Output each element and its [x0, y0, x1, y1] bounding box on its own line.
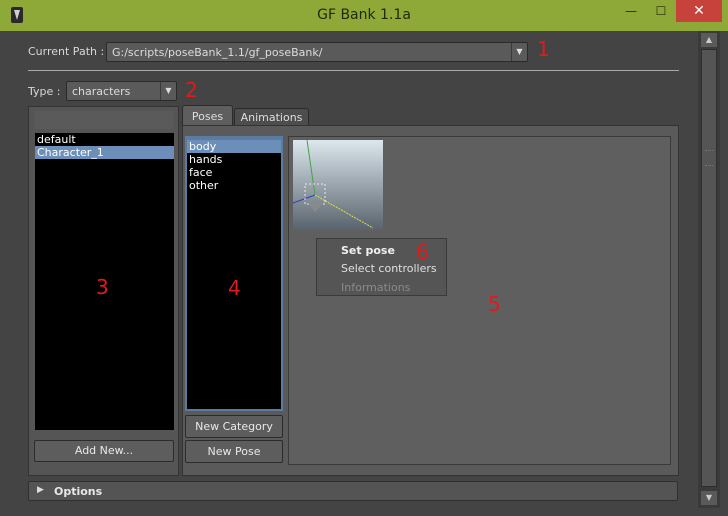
- chevron-right-icon[interactable]: ▶: [37, 485, 44, 495]
- maximize-button[interactable]: ☐: [646, 0, 676, 22]
- add-new-button[interactable]: Add New...: [34, 440, 174, 462]
- title-bar: GF Bank 1.1a — ☐ ✕: [0, 0, 728, 31]
- list-item[interactable]: other: [187, 179, 281, 192]
- grip-icon: [705, 150, 713, 166]
- menu-item-set-pose[interactable]: Set pose: [341, 244, 395, 257]
- menu-item-informations: Informations: [341, 281, 411, 294]
- list-item[interactable]: face: [187, 166, 281, 179]
- list-item-selected[interactable]: body: [187, 140, 281, 153]
- path-label: Current Path :: [28, 45, 105, 58]
- annotation-4: 4: [228, 276, 241, 300]
- close-button[interactable]: ✕: [676, 0, 722, 22]
- scroll-up-icon[interactable]: ▲: [701, 33, 717, 47]
- list-item[interactable]: default: [35, 133, 174, 146]
- annotation-5: 5: [488, 292, 501, 316]
- annotation-3: 3: [96, 275, 109, 299]
- divider: [28, 70, 679, 71]
- list-item-selected[interactable]: Character_1: [35, 146, 174, 159]
- scroll-down-icon[interactable]: ▼: [701, 491, 717, 505]
- list-item[interactable]: hands: [187, 153, 281, 166]
- path-value: G:/scripts/poseBank_1.1/gf_poseBank/: [112, 46, 323, 59]
- app-window: GF Bank 1.1a — ☐ ✕ Current Path : G:/scr…: [0, 0, 728, 516]
- options-label: Options: [54, 485, 103, 498]
- annotation-1: 1: [537, 37, 550, 61]
- path-combo[interactable]: G:/scripts/poseBank_1.1/gf_poseBank/ ▼: [106, 42, 528, 62]
- type-combo[interactable]: characters ▼: [66, 81, 177, 101]
- new-category-button[interactable]: New Category: [185, 415, 283, 438]
- minimize-button[interactable]: —: [616, 0, 646, 22]
- options-section[interactable]: ▶ Options: [28, 481, 678, 501]
- annotation-6: 6: [416, 240, 429, 264]
- new-pose-button[interactable]: New Pose: [185, 440, 283, 463]
- tab-poses[interactable]: Poses: [182, 105, 233, 126]
- tab-animations[interactable]: Animations: [234, 108, 309, 126]
- type-label: Type :: [28, 85, 61, 98]
- type-value: characters: [72, 85, 131, 98]
- vertical-scrollbar[interactable]: ▲ ▼: [698, 31, 720, 508]
- scroll-thumb[interactable]: [701, 49, 717, 487]
- categories-list[interactable]: body hands face other: [187, 140, 281, 409]
- chevron-down-icon[interactable]: ▼: [511, 43, 527, 61]
- annotation-2: 2: [185, 78, 198, 102]
- characters-header: [35, 111, 173, 129]
- pose-thumbnail[interactable]: [293, 140, 383, 230]
- chevron-down-icon[interactable]: ▼: [160, 82, 176, 100]
